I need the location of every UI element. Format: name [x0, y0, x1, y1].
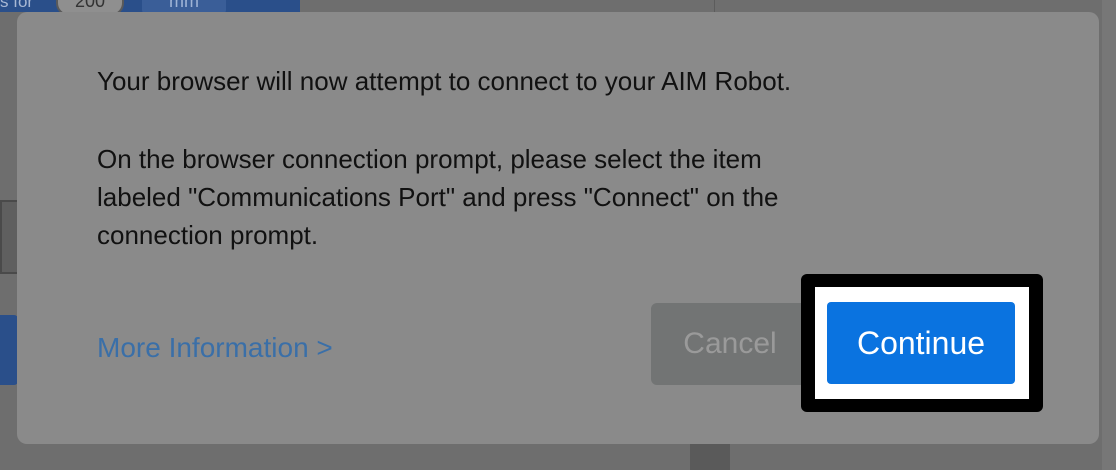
- continue-highlight-frame: Continue: [801, 274, 1043, 412]
- background-right-panel: [1102, 0, 1116, 470]
- continue-button[interactable]: Continue: [827, 302, 1015, 384]
- more-information-link[interactable]: More Information >: [97, 332, 333, 364]
- dialog-instructions: On the browser connection prompt, please…: [97, 144, 779, 250]
- connect-robot-dialog: Your browser will now attempt to connect…: [17, 12, 1099, 444]
- cancel-button[interactable]: Cancel: [651, 303, 809, 385]
- background-side-tab: [0, 315, 18, 385]
- continue-highlight-inner: Continue: [815, 287, 1029, 399]
- background-block-text: s for: [0, 0, 34, 11]
- background-bottom-strip: [690, 444, 730, 470]
- dialog-message: Your browser will now attempt to connect…: [97, 66, 792, 96]
- app-backdrop: s for 200 mm Your browser will now attem…: [0, 0, 1116, 470]
